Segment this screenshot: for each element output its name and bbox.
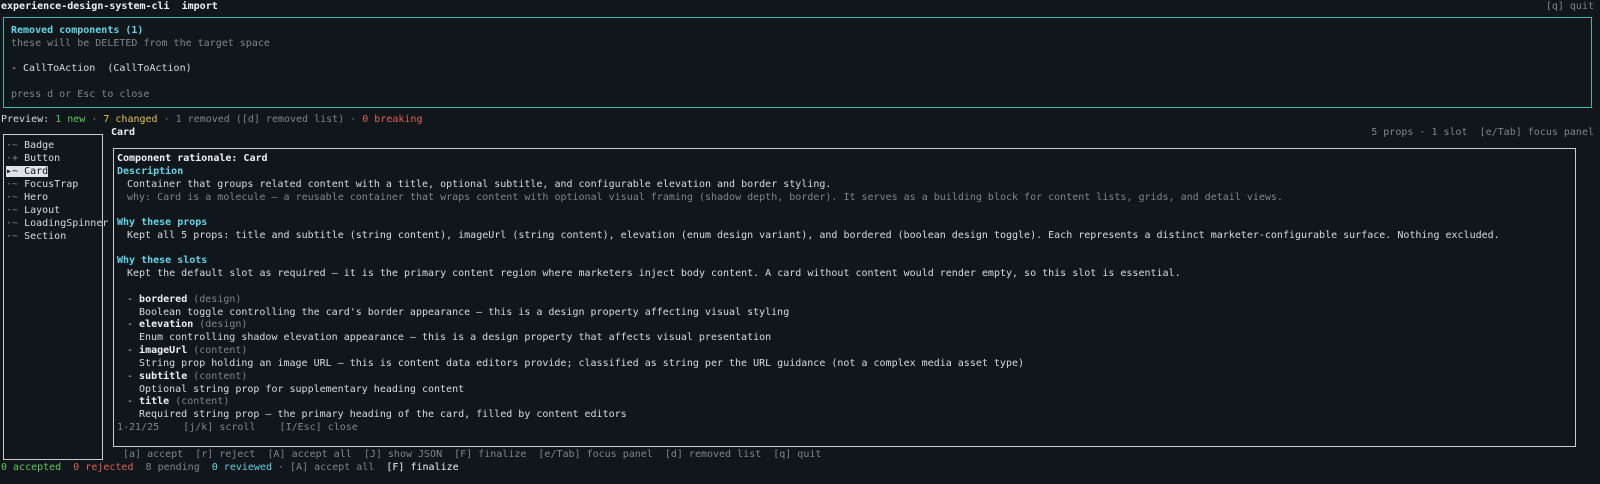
panel-meta: 5 props · 1 slot [e/Tab] focus panel [1371,127,1594,138]
preview-label: Preview: [1,114,50,125]
removed-item: - CallToAction (CallToAction) [11,63,192,74]
preview-summary: Preview: 1 new · 7 changed · 1 removed (… [1,113,422,126]
prop-kind: (content) [175,396,230,407]
app-title: experience-design-system-cli import [1,0,218,13]
prop-name: imageUrl [139,345,188,356]
prop-kind: (content) [193,345,248,356]
prop-name: elevation [139,319,194,330]
change-marker-icon: ·+ [6,153,19,164]
prop-description: Enum controlling shadow elevation appear… [139,332,772,343]
change-marker-icon: ·~ [6,231,19,242]
rationale-title: Component rationale: Card [117,153,268,164]
selection-marker-icon: ▸~ [6,166,19,177]
list-item[interactable]: ·~ FocusTrap [6,178,78,191]
prop-kind: (design) [193,294,242,305]
prop-kind: (design) [199,319,248,330]
list-item-label: Section [24,231,67,242]
slots-heading: Why these slots [117,255,208,266]
prop-description: Required string prop — the primary headi… [139,409,627,420]
prop-kind: (content) [193,371,248,382]
command-name: import [181,1,218,12]
props-heading: Why these props [117,217,208,228]
component-title: Card [111,127,136,138]
change-marker-icon: ·~ [6,192,19,203]
list-item[interactable]: ·+ Button [6,152,60,165]
prop-entry: - elevation (design) [127,319,248,330]
finalize-button[interactable]: [F] finalize [386,462,458,473]
breaking-count: 0 breaking [362,114,423,125]
accepted-count: 0 accepted [1,462,62,473]
prop-entry: - imageUrl (content) [127,345,248,356]
pending-count: 8 pending [145,462,200,473]
list-item-selected[interactable]: ▸~ Card [6,165,49,178]
change-marker-icon: ·~ [6,179,19,190]
keybinding-hints: [a] accept [r] reject [A] accept all [J]… [123,449,822,460]
change-marker-icon: ·~ [6,205,19,216]
separator: · [271,462,291,473]
props-text: Kept all 5 props: title and subtitle (st… [127,230,1500,241]
prop-entry: - subtitle (content) [127,371,248,382]
removed-count[interactable]: 1 removed ([d] removed list) [176,114,345,125]
prop-entry: - title (content) [127,396,230,407]
list-item-label: FocusTrap [24,179,79,190]
prop-name: bordered [139,294,188,305]
slots-text: Kept the default slot as required — it i… [127,268,1181,279]
status-bar: 0 accepted 0 rejected 8 pending 0 review… [1,461,459,474]
changed-count: 7 changed [103,114,158,125]
new-count: 1 new [55,114,86,125]
list-item[interactable]: ·~ Hero [6,191,48,204]
list-item-label: LoadingSpinner [24,218,109,229]
removed-modal-title: Removed components (1) [11,25,144,36]
list-item-label: Button [24,153,61,164]
removed-modal-subtitle: these will be DELETED from the target sp… [11,38,270,49]
list-item-label: Hero [24,192,49,203]
separator: · [85,114,104,125]
prop-name: subtitle [139,371,188,382]
description-text: Container that groups related content wi… [127,179,832,190]
panel-scroll-footer: 1-21/25 [j/k] scroll [I/Esc] close [117,422,358,433]
change-marker-icon: ·~ [6,218,19,229]
list-item[interactable]: ·~ Section [6,230,66,243]
removed-modal-hint: press d or Esc to close [11,89,150,100]
list-item-label: Badge [24,140,55,151]
list-item[interactable]: ·~ LoadingSpinner [6,217,108,230]
app-name: experience-design-system-cli [1,1,170,12]
rejected-count: 0 rejected [73,462,134,473]
description-heading: Description [117,166,184,177]
accept-all-button[interactable]: [A] accept all [290,462,374,473]
prop-entry: - bordered (design) [127,294,242,305]
prop-description: String prop holding an image URL — this … [139,358,1025,369]
list-item[interactable]: ·~ Layout [6,204,60,217]
list-item[interactable]: ·~ Badge [6,139,54,152]
removed-components-modal [3,17,1592,108]
separator: · [344,114,363,125]
prop-name: title [139,396,170,407]
list-item-label: Layout [24,205,61,216]
quit-hint[interactable]: [q] quit [1546,0,1594,13]
change-marker-icon: ·~ [6,140,19,151]
separator: · [157,114,176,125]
reviewed-count: 0 reviewed [211,462,272,473]
why-text: why: Card is a molecule — a reusable con… [127,192,1283,203]
list-item-label: Card [24,166,49,177]
